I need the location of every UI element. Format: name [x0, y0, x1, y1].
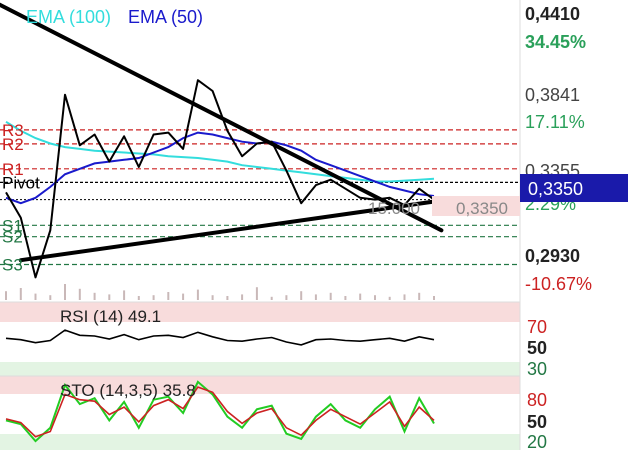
trendline-layer	[0, 2, 444, 263]
volume-bar	[34, 293, 37, 300]
volume-bar	[137, 296, 140, 300]
volume-bar	[64, 284, 66, 300]
volume-bar	[108, 294, 111, 300]
pct-tick-2: 17.11%	[525, 112, 585, 132]
pivot-label-pivot: Pivot	[2, 173, 40, 192]
volume-bar	[211, 295, 214, 300]
volume-bar	[226, 296, 229, 300]
sto-oversold-zone	[0, 434, 520, 450]
volume-bar	[182, 293, 185, 300]
pivot-label-s3: S3	[2, 256, 23, 275]
legend-ema50: EMA (50)	[128, 7, 203, 27]
annotation-price: 0,3350	[456, 199, 508, 218]
volume-bar	[152, 295, 155, 300]
rsi-level-70: 70	[527, 317, 547, 337]
price-tick-2: 0,3841	[525, 85, 580, 105]
volume-bar	[374, 295, 376, 300]
pivot-label-r2: R2	[2, 135, 24, 154]
volume-bar	[241, 294, 244, 300]
volume-bar	[329, 292, 332, 300]
volume-bar	[78, 288, 81, 300]
chart-stage: EMA (100) EMA (50) R3 R2 R1 Pivot S1 S2 …	[0, 0, 628, 450]
volume-bar	[314, 294, 317, 300]
rsi-line	[5, 329, 435, 346]
pivot-label-s2: S2	[2, 228, 23, 247]
volume-bar	[300, 291, 303, 300]
trendline-1[interactable]	[0, 2, 444, 233]
volume-bar	[167, 292, 170, 300]
sto-level-50: 50	[527, 412, 547, 432]
price-tick-high: 0,4410	[525, 4, 580, 24]
volume-bar	[433, 296, 435, 300]
current-price-value: 0,3350	[528, 179, 583, 199]
sto-level-80: 80	[527, 390, 547, 410]
volume-bar	[270, 296, 273, 300]
volume-bar	[5, 291, 7, 300]
volume-bar	[388, 296, 391, 300]
pct-tick-4: -10.67%	[525, 274, 592, 294]
sto-level-20: 20	[527, 432, 547, 450]
volume-bar	[255, 287, 258, 300]
volume-bar	[418, 292, 421, 300]
volume-bar	[344, 296, 347, 300]
rsi-label: RSI (14) 49.1	[60, 307, 161, 326]
rsi-level-30: 30	[527, 359, 547, 379]
volume-bar	[19, 288, 22, 300]
legend-ema100: EMA (100)	[26, 7, 111, 27]
volume-bar	[196, 289, 199, 300]
volume-bar	[359, 293, 362, 300]
rsi-oversold-zone	[0, 362, 520, 376]
volume-bar	[123, 290, 126, 300]
volume-layer	[5, 284, 435, 300]
volume-bar	[285, 295, 288, 300]
annotation-volume: 15.000	[368, 199, 420, 218]
volume-bar	[93, 292, 96, 300]
sto-label: STO (14,3,5) 35.8	[60, 381, 196, 400]
trading-chart[interactable]: EMA (100) EMA (50) R3 R2 R1 Pivot S1 S2 …	[0, 0, 628, 450]
volume-bar	[403, 294, 406, 300]
rsi-level-50: 50	[527, 338, 547, 358]
volume-bar	[49, 295, 52, 300]
pct-tick-1: 34.45%	[525, 32, 586, 52]
price-tick-low: 0,2930	[525, 246, 580, 266]
